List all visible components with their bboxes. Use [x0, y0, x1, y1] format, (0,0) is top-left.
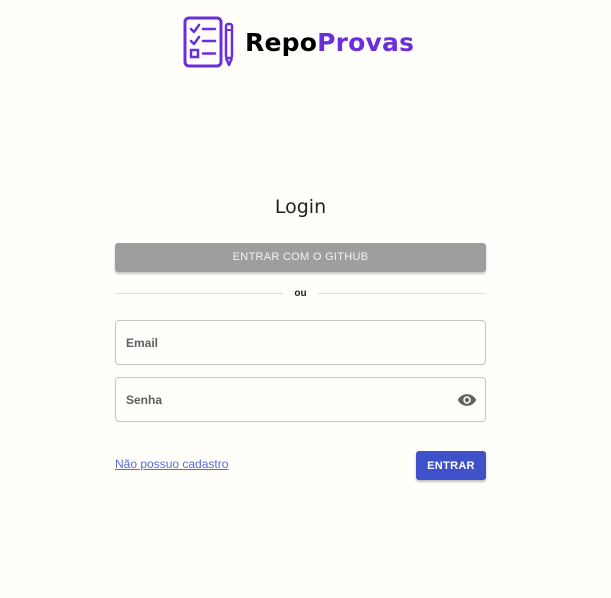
app-name-provas: Provas: [317, 27, 415, 57]
app-name: RepoProvas: [245, 30, 414, 55]
password-field-wrapper: [115, 377, 486, 422]
email-field[interactable]: [116, 321, 485, 364]
divider-text: ou: [294, 287, 307, 299]
page-title: Login: [274, 196, 327, 218]
submit-button[interactable]: ENTRAR: [416, 451, 486, 480]
eye-icon[interactable]: [457, 390, 477, 410]
divider-line-left: [115, 292, 284, 294]
app-name-repo: Repo: [245, 27, 318, 57]
email-field-wrapper: [115, 320, 486, 365]
app-logo: RepoProvas: [183, 16, 414, 68]
signup-link[interactable]: Não possuo cadastro: [115, 457, 228, 471]
divider-line-right: [317, 292, 486, 294]
password-field[interactable]: [116, 378, 485, 421]
or-divider: ou: [115, 286, 486, 300]
login-page: RepoProvas Login ENTRAR COM O GITHUB ou …: [0, 0, 611, 598]
checklist-pencil-icon: [183, 16, 234, 68]
github-login-button[interactable]: ENTRAR COM O GITHUB: [115, 243, 486, 272]
